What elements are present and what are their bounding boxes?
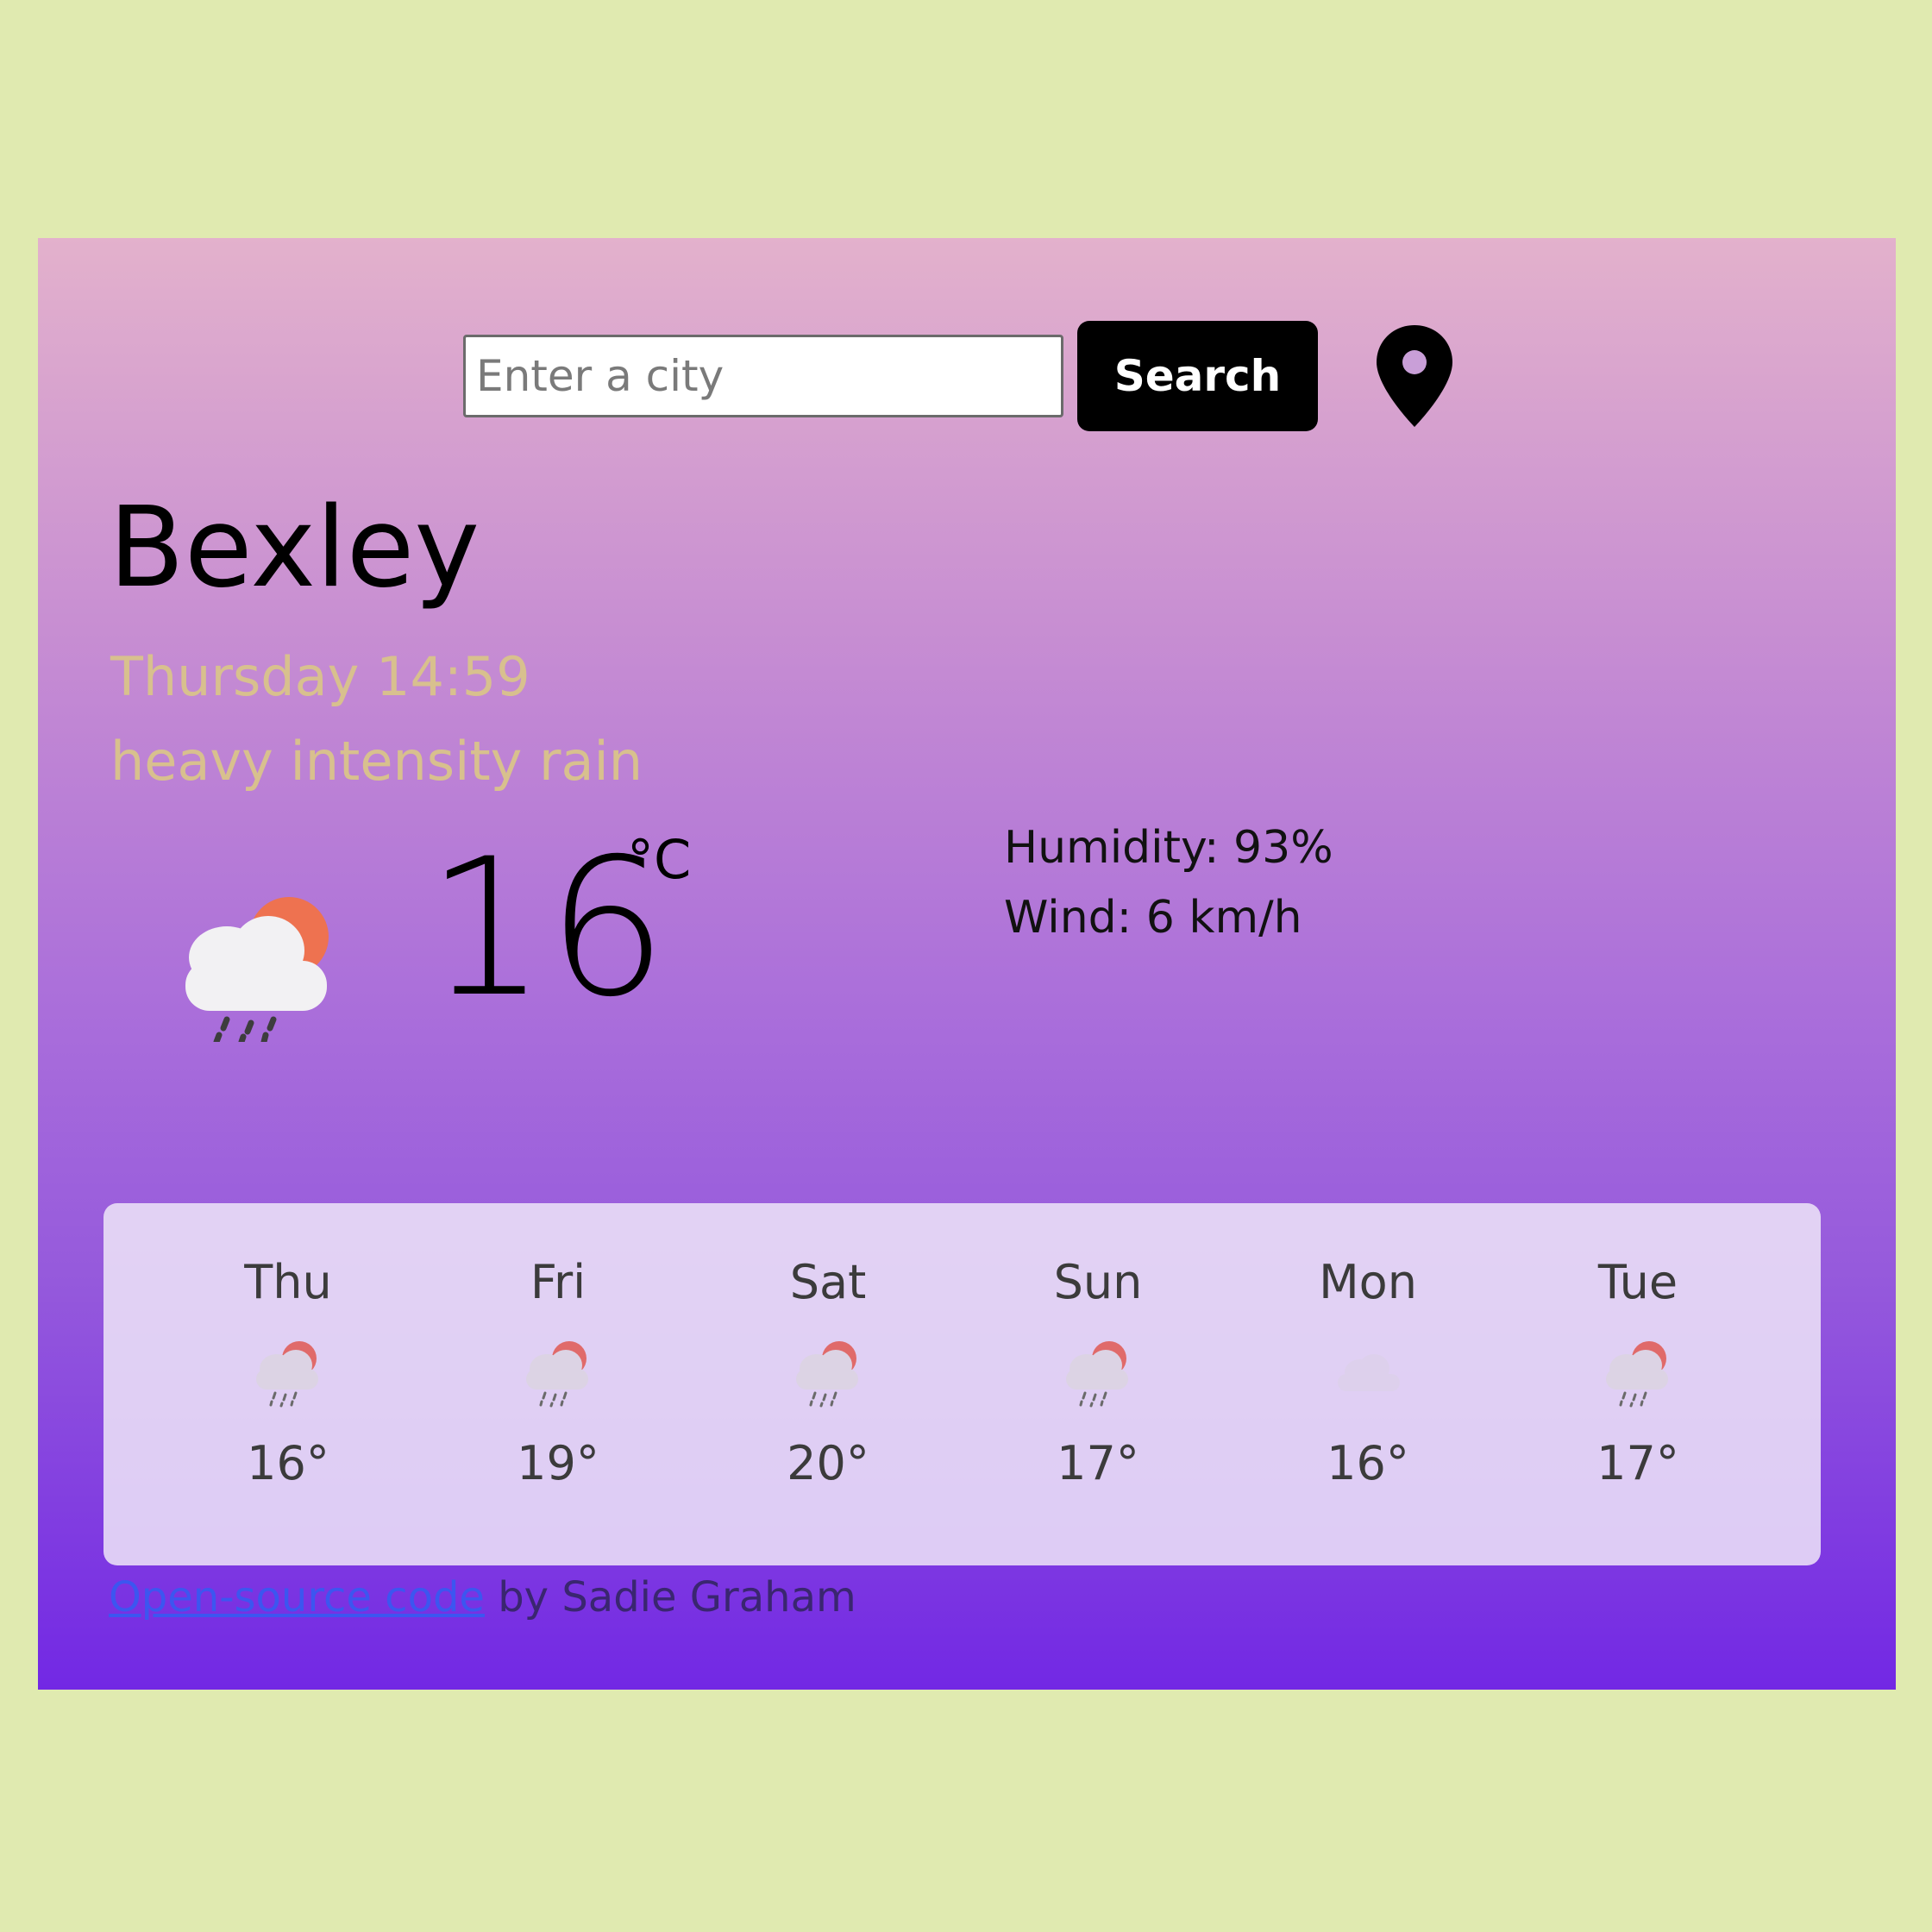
wind-readout: Wind: 6 km/h [1004, 892, 1302, 944]
search-form: Search [463, 321, 1456, 431]
rain-cloud-sun-icon [185, 897, 329, 1042]
current-location-button[interactable] [1373, 323, 1456, 430]
forecast-day-temp: 19° [517, 1435, 599, 1490]
open-source-code-link[interactable]: Open-source code [109, 1573, 485, 1622]
forecast-day: Tue 17° [1543, 1255, 1733, 1492]
rain-cloud-sun-icon [1606, 1340, 1668, 1408]
forecast-day-name: Mon [1319, 1255, 1417, 1309]
forecast-panel: Thu 16° Fri 19° Sat 20° Sun 17° Mon 16° … [104, 1203, 1821, 1565]
temperature-unit-celsius[interactable]: °C [627, 833, 691, 887]
city-name: Bexley [109, 484, 480, 612]
rain-cloud-sun-icon [1066, 1340, 1128, 1408]
weather-app-card: Search Bexley Thursday 14:59 heavy inten… [38, 238, 1896, 1690]
rain-cloud-sun-icon [256, 1340, 318, 1408]
location-pin-icon [1377, 325, 1452, 427]
forecast-day: Fri 19° [463, 1255, 653, 1492]
forecast-day: Thu 16° [193, 1255, 383, 1492]
forecast-day-name: Tue [1597, 1255, 1678, 1309]
humidity-readout: Humidity: 93% [1004, 822, 1333, 874]
forecast-day-temp: 17° [1596, 1435, 1679, 1490]
forecast-day-temp: 16° [247, 1435, 329, 1490]
footer-byline: by Sadie Graham [484, 1573, 856, 1622]
forecast-day-temp: 20° [787, 1435, 869, 1490]
cloud-icon [1338, 1353, 1400, 1391]
forecast-day-name: Sat [789, 1255, 867, 1309]
forecast-day-name: Thu [244, 1255, 332, 1309]
weather-description: heavy intensity rain [110, 730, 643, 793]
city-search-input[interactable] [463, 335, 1063, 417]
current-datetime: Thursday 14:59 [110, 645, 530, 708]
rain-cloud-sun-icon [526, 1340, 588, 1408]
footer: Open-source code by Sadie Graham [109, 1573, 856, 1623]
search-button[interactable]: Search [1077, 321, 1318, 431]
forecast-day: Sun 17° [1003, 1255, 1193, 1492]
rain-cloud-sun-icon [796, 1340, 858, 1408]
forecast-day-temp: 16° [1327, 1435, 1409, 1490]
forecast-day: Sat 20° [733, 1255, 923, 1492]
forecast-day-name: Sun [1053, 1255, 1143, 1309]
forecast-day-temp: 17° [1057, 1435, 1139, 1490]
forecast-day: Mon 16° [1273, 1255, 1463, 1492]
forecast-day-name: Fri [530, 1255, 586, 1309]
